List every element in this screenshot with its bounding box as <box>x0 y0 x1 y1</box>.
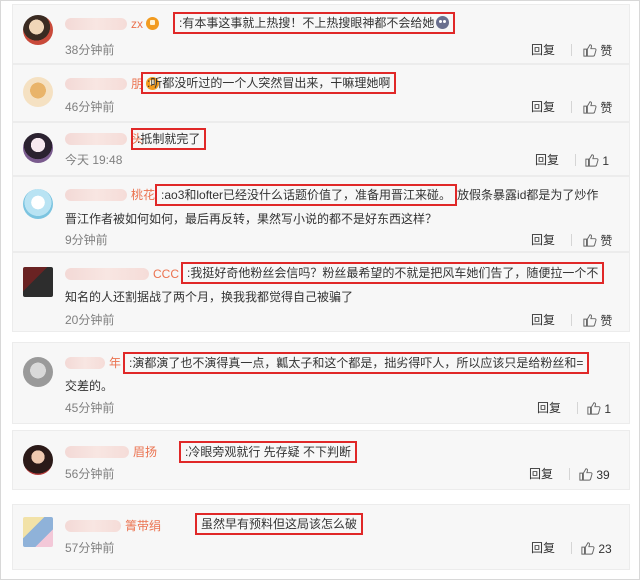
reply-button[interactable]: 回复 <box>531 541 555 555</box>
comment-text: 虽然早有预料但这局该怎么破 <box>195 513 364 535</box>
avatar[interactable] <box>23 189 53 219</box>
divider <box>577 402 578 414</box>
timestamp: 9分钟前 <box>65 233 108 247</box>
timestamp: 57分钟前 <box>65 541 115 555</box>
thumbs-up-icon <box>583 314 597 327</box>
like-button[interactable]: 1 <box>587 401 611 416</box>
comment-card: 头 :抵制就完了 今天 19:48 回复 1 <box>12 122 630 176</box>
comment-text-line2: 晋江作者被如何如何，最后再反转，果然写小说的都不是好东西这样？ <box>65 212 438 226</box>
thumbs-up-icon <box>583 234 597 247</box>
blurred-name <box>65 17 127 30</box>
like-button[interactable]: 赞 <box>583 43 612 58</box>
highlighted-text: :ao3和lofter已经没什么话题价值了，准备用晋江来碰。 <box>155 184 458 206</box>
comment-card: CCC :我挺好奇他粉丝会信吗？粉丝最希望的不就是把风车她们告了，随便拉一个不 … <box>12 252 630 332</box>
reply-button[interactable]: 回复 <box>535 153 559 167</box>
divider <box>571 234 572 246</box>
highlighted-text: :演都演了也不演得真一点，瓤太子和这个都是，拙劣得吓人，所以应该只是给粉丝和= <box>123 352 590 374</box>
blurred-name <box>65 519 121 532</box>
username[interactable]: 眉扬 <box>65 443 157 459</box>
timestamp: 今天 19:48 <box>65 153 123 167</box>
reply-button[interactable]: 回复 <box>531 100 555 114</box>
highlighted-text: 虽然早有预料但这局该怎么破 <box>195 513 364 535</box>
blurred-name <box>65 77 127 90</box>
blurred-name <box>65 132 127 145</box>
comment-text: :ao3和lofter已经没什么话题价值了，准备用晋江来碰。 放假条暴露id都是为… <box>155 184 598 206</box>
thumbs-up-icon <box>585 154 599 167</box>
blurred-name <box>65 356 105 369</box>
avatar[interactable] <box>23 133 53 163</box>
comment-card: 年 :演都演了也不演得真一点，瓤太子和这个都是，拙劣得吓人，所以应该只是给粉丝和… <box>12 342 630 424</box>
comment-text: :有本事这事就上热搜！不上热搜眼神都不会给她 <box>173 12 456 34</box>
username[interactable]: 箐带绢 <box>65 517 161 533</box>
timestamp: 38分钟前 <box>65 43 115 57</box>
divider <box>575 154 576 166</box>
reply-button[interactable]: 回复 <box>531 233 555 247</box>
username[interactable]: zx <box>65 15 159 31</box>
highlighted-text: :我挺好奇他粉丝会信吗？粉丝最希望的不就是把风车她们告了，随便拉一个不 <box>181 262 605 284</box>
divider <box>571 542 572 554</box>
emoji-icon <box>436 16 450 29</box>
thumbs-up-icon <box>581 542 595 555</box>
blurred-name <box>65 445 129 458</box>
highlighted-text: :抵制就完了 <box>131 128 207 150</box>
comment-text-line2: 交差的。 <box>65 379 114 393</box>
comment-text: :演都演了也不演得真一点，瓤太子和这个都是，拙劣得吓人，所以应该只是给粉丝和= <box>123 352 590 374</box>
username[interactable]: 桃花 <box>65 186 155 202</box>
highlighted-text: :有本事这事就上热搜！不上热搜眼神都不会给她 <box>173 12 456 34</box>
comment-text: :我挺好奇他粉丝会信吗？粉丝最希望的不就是把风车她们告了，随便拉一个不 <box>181 262 605 284</box>
avatar[interactable] <box>23 77 53 107</box>
blurred-name <box>65 188 127 201</box>
comment-card: 眉扬 :冷眼旁观就行 先存疑 不下判断 56分钟前 回复 39 <box>12 430 630 490</box>
divider <box>571 101 572 113</box>
divider <box>571 314 572 326</box>
like-button[interactable]: 赞 <box>583 233 612 248</box>
reply-button[interactable]: 回复 <box>529 467 553 481</box>
comment-text-line2: 知名的人还割据战了两个月，换我我都觉得自己被骗了 <box>65 290 354 304</box>
avatar[interactable] <box>23 15 53 45</box>
highlighted-text: :听都没听过的一个人突然冒出来，干嘛理她啊 <box>141 72 397 94</box>
vip-badge-icon <box>146 17 159 31</box>
thumbs-up-icon <box>587 402 601 415</box>
timestamp: 46分钟前 <box>65 100 115 114</box>
like-button[interactable]: 赞 <box>583 100 612 115</box>
comment-card: 朋 :听都没听过的一个人突然冒出来，干嘛理她啊 46分钟前 回复 赞 <box>12 64 630 122</box>
comment-card: zx :有本事这事就上热搜！不上热搜眼神都不会给她 38分钟前 回复 赞 <box>12 4 630 64</box>
thumbs-up-icon <box>583 101 597 114</box>
thumbs-up-icon <box>579 468 593 481</box>
divider <box>571 44 572 56</box>
reply-button[interactable]: 回复 <box>531 313 555 327</box>
comment-card: 桃花 :ao3和lofter已经没什么话题价值了，准备用晋江来碰。 放假条暴露id… <box>12 176 630 252</box>
avatar[interactable] <box>23 357 53 387</box>
timestamp: 45分钟前 <box>65 401 115 415</box>
reply-button[interactable]: 回复 <box>531 43 555 57</box>
like-button[interactable]: 39 <box>579 467 610 482</box>
like-button[interactable]: 赞 <box>583 313 612 328</box>
highlighted-text: :冷眼旁观就行 先存疑 不下判断 <box>179 441 358 463</box>
username[interactable]: CCC <box>65 265 179 281</box>
comment-text: :冷眼旁观就行 先存疑 不下判断 <box>179 441 358 463</box>
blurred-name <box>65 267 149 280</box>
thumbs-up-icon <box>583 44 597 57</box>
username[interactable]: 年 <box>65 354 121 370</box>
divider <box>569 468 570 480</box>
reply-button[interactable]: 回复 <box>537 401 561 415</box>
avatar[interactable] <box>23 267 53 297</box>
comment-text: :听都没听过的一个人突然冒出来，干嘛理她啊 <box>141 72 397 94</box>
avatar[interactable] <box>23 517 53 547</box>
like-button[interactable]: 23 <box>581 541 612 556</box>
avatar[interactable] <box>23 445 53 475</box>
like-button[interactable]: 1 <box>585 153 609 168</box>
timestamp: 56分钟前 <box>65 467 115 481</box>
comment-card: 箐带绢 虽然早有预料但这局该怎么破 57分钟前 回复 23 <box>12 504 630 570</box>
timestamp: 20分钟前 <box>65 313 115 327</box>
comment-text: :抵制就完了 <box>131 128 207 150</box>
